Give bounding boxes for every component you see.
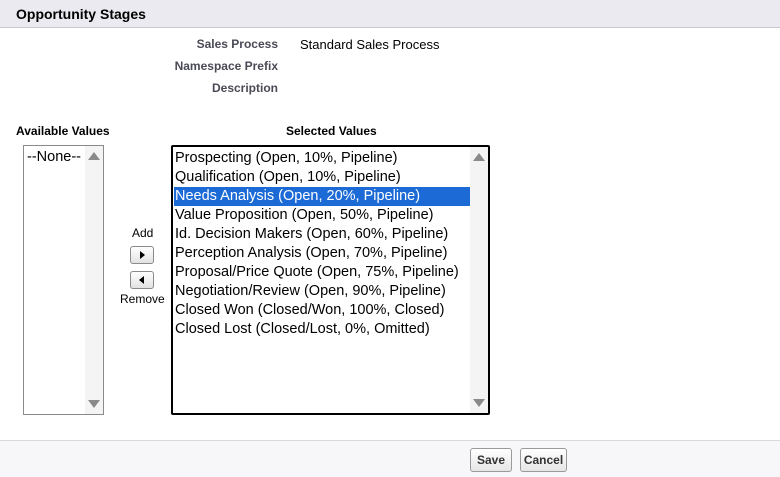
selected-option-negotiation[interactable]: Negotiation/Review (Open, 90%, Pipeline)	[174, 282, 471, 301]
add-label: Add	[132, 226, 154, 240]
description-label: Description	[211, 81, 278, 95]
save-button[interactable]: Save	[470, 448, 512, 472]
selected-option-proposal[interactable]: Proposal/Price Quote (Open, 75%, Pipelin…	[174, 263, 471, 282]
selected-scrollbar[interactable]	[470, 147, 488, 413]
selected-values-listbox[interactable]: Prospecting (Open, 10%, Pipeline) Qualif…	[171, 145, 490, 415]
arrow-left-icon	[139, 276, 144, 284]
selected-option-needs-analysis[interactable]: Needs Analysis (Open, 20%, Pipeline)	[174, 187, 471, 206]
cancel-button[interactable]: Cancel	[520, 448, 567, 472]
selected-option-decision-makers[interactable]: Id. Decision Makers (Open, 60%, Pipeline…	[174, 225, 471, 244]
selected-option-value-proposition[interactable]: Value Proposition (Open, 50%, Pipeline)	[174, 206, 471, 225]
scroll-up-icon[interactable]	[473, 153, 485, 161]
selected-option-closed-lost[interactable]: Closed Lost (Closed/Lost, 0%, Omitted)	[174, 320, 471, 339]
available-values-listbox[interactable]: --None--	[23, 145, 104, 415]
selected-values-title: Selected Values	[286, 124, 377, 138]
sales-process-label: Sales Process	[196, 37, 278, 51]
remove-button[interactable]	[130, 271, 154, 289]
available-scrollbar[interactable]	[85, 146, 103, 414]
available-values-title: Available Values	[16, 124, 110, 138]
sales-process-value: Standard Sales Process	[300, 37, 440, 52]
remove-label: Remove	[120, 292, 165, 306]
arrow-right-icon	[140, 251, 145, 259]
selected-option-prospecting[interactable]: Prospecting (Open, 10%, Pipeline)	[174, 149, 471, 168]
add-button[interactable]	[130, 246, 154, 264]
page-header: Opportunity Stages	[0, 0, 780, 28]
page-title: Opportunity Stages	[16, 6, 146, 22]
button-bar	[0, 440, 780, 477]
scroll-down-icon[interactable]	[88, 400, 100, 408]
scroll-down-icon[interactable]	[473, 399, 485, 407]
selected-option-closed-won[interactable]: Closed Won (Closed/Won, 100%, Closed)	[174, 301, 471, 320]
scroll-up-icon[interactable]	[88, 152, 100, 160]
namespace-prefix-label: Namespace Prefix	[174, 59, 278, 73]
selected-option-qualification[interactable]: Qualification (Open, 10%, Pipeline)	[174, 168, 471, 187]
selected-option-perception-analysis[interactable]: Perception Analysis (Open, 70%, Pipeline…	[174, 244, 471, 263]
available-option[interactable]: --None--	[25, 148, 87, 167]
